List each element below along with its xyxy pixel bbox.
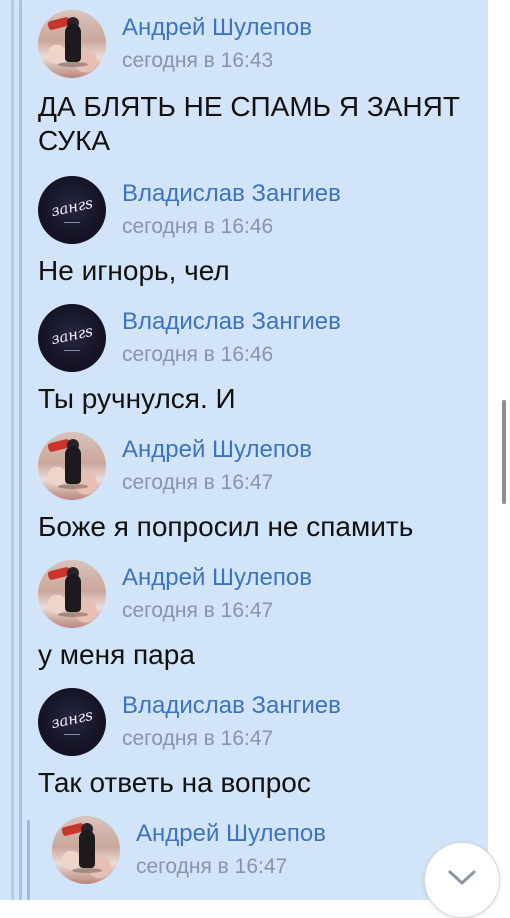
scrollbar[interactable]: [502, 400, 506, 504]
quote-rail: [11, 0, 14, 900]
author-name[interactable]: Андрей Шулепов: [122, 564, 312, 592]
message-timestamp: сегодня в 16:46: [122, 343, 274, 366]
avatar[interactable]: зангs: [38, 688, 106, 756]
message-text: Боже я попросил не спамить: [38, 511, 414, 542]
quote-rail: [27, 820, 30, 900]
avatar[interactable]: [38, 10, 106, 78]
message-timestamp: сегодня в 16:43: [122, 49, 274, 72]
message-timestamp: сегодня в 16:47: [122, 599, 274, 622]
message-text: Не игнорь, чел: [38, 255, 230, 286]
message-timestamp: сегодня в 16:47: [122, 727, 274, 750]
message-text: Ты ручнулся. И: [38, 383, 236, 414]
author-name[interactable]: Владислав Зангиев: [122, 180, 341, 208]
avatar[interactable]: [52, 816, 120, 884]
forwarded-messages-panel: Андрей Шулепов сегодня в 16:43 ДА БЛЯТЬ …: [0, 0, 488, 900]
message-text: Так ответь на вопрос: [38, 767, 311, 798]
message-text: у меня пара: [38, 639, 195, 670]
author-name[interactable]: Андрей Шулепов: [122, 14, 312, 42]
message-text: ДА БЛЯТЬ НЕ СПАМЬ Я ЗАНЯТ СУКА: [38, 91, 460, 156]
author-name[interactable]: Андрей Шулепов: [122, 436, 312, 464]
quote-rail: [19, 0, 22, 900]
message-timestamp: сегодня в 16:47: [136, 855, 288, 878]
avatar[interactable]: [38, 432, 106, 500]
avatar[interactable]: зангs: [38, 176, 106, 244]
author-name[interactable]: Андрей Шулепов: [136, 820, 326, 848]
chevron-down-icon: [448, 870, 476, 885]
message-timestamp: сегодня в 16:47: [122, 471, 274, 494]
avatar[interactable]: [38, 560, 106, 628]
avatar[interactable]: зангs: [38, 304, 106, 372]
message-timestamp: сегодня в 16:46: [122, 215, 274, 238]
author-name[interactable]: Владислав Зангиев: [122, 308, 341, 336]
scroll-down-button[interactable]: [424, 842, 500, 918]
author-name[interactable]: Владислав Зангиев: [122, 692, 341, 720]
